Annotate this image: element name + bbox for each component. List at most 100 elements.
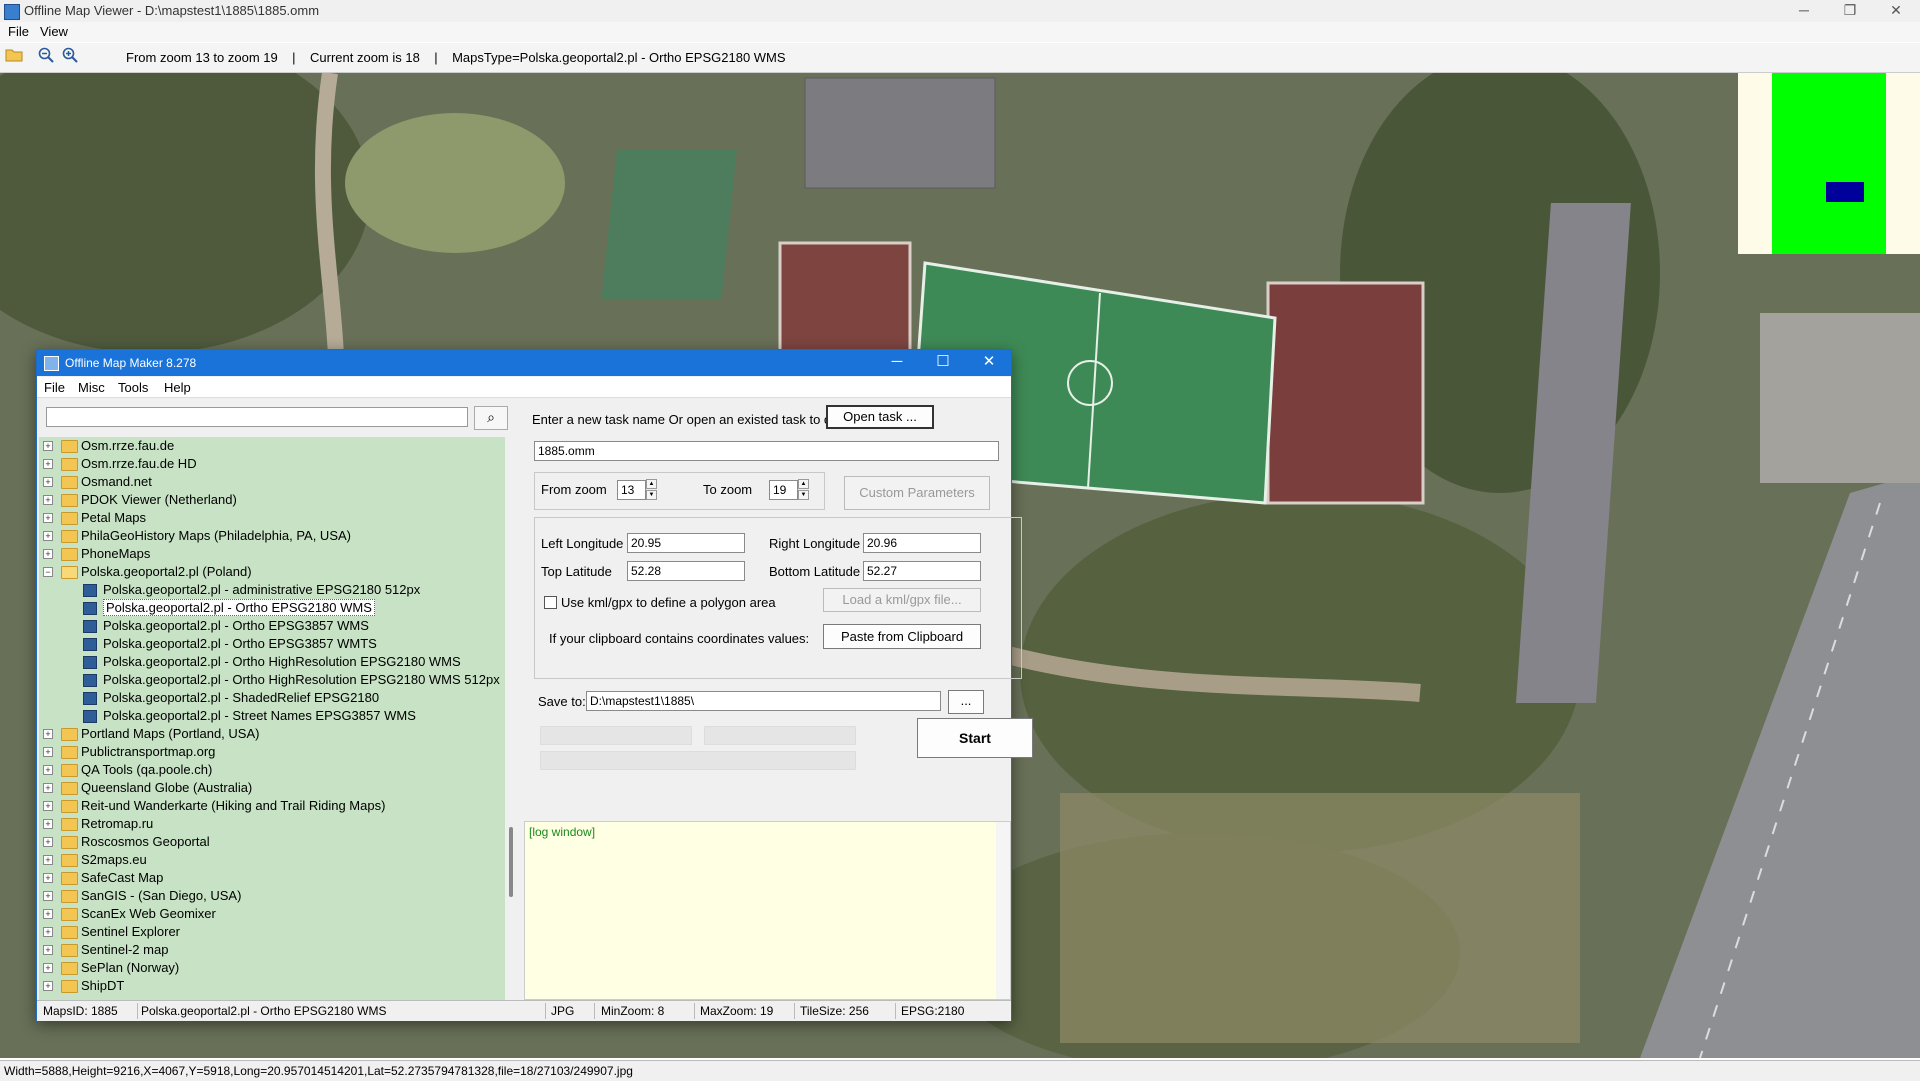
tree-provider-item[interactable]: + Retromap.ru (39, 815, 505, 833)
expand-icon[interactable]: + (43, 837, 53, 847)
minimap-viewport-marker[interactable] (1826, 182, 1864, 202)
load-kml-button[interactable]: Load a kml/gpx file... (823, 588, 981, 612)
from-zoom-input[interactable]: 13 (617, 480, 646, 500)
tree-provider-item[interactable]: + SafeCast Map (39, 869, 505, 887)
tree-map-item[interactable]: Polska.geoportal2.pl - administrative EP… (39, 581, 505, 599)
expand-icon[interactable]: + (43, 873, 53, 883)
collapse-icon[interactable]: − (43, 567, 53, 577)
dialog-menu-help[interactable]: Help (164, 380, 191, 395)
minimap[interactable] (1738, 73, 1920, 254)
dialog-menu-misc[interactable]: Misc (78, 380, 105, 395)
open-folder-icon[interactable] (4, 47, 24, 67)
right-longitude-input[interactable]: 20.96 (863, 533, 981, 553)
log-window[interactable]: [log window] (524, 821, 1011, 1000)
tree-provider-item[interactable]: + Sentinel-2 map (39, 941, 505, 959)
zoom-out-icon[interactable] (36, 47, 56, 67)
zoom-in-icon[interactable] (60, 47, 80, 67)
menu-view[interactable]: View (40, 24, 68, 39)
tree-provider-item[interactable]: + Queensland Globe (Australia) (39, 779, 505, 797)
start-button[interactable]: Start (917, 718, 1033, 758)
dialog-title-bar[interactable]: Offline Map Maker 8.278 ─ ☐ ✕ (37, 350, 1011, 376)
expand-icon[interactable]: + (43, 963, 53, 973)
expand-icon[interactable]: + (43, 531, 53, 541)
map-search-input[interactable] (46, 407, 468, 427)
expand-icon[interactable]: + (43, 441, 53, 451)
expand-icon[interactable]: + (43, 459, 53, 469)
tree-provider-item[interactable]: + PhoneMaps (39, 545, 505, 563)
dialog-maximize-button[interactable]: ☐ (921, 350, 965, 376)
expand-icon[interactable]: + (43, 855, 53, 865)
tree-provider-item[interactable]: + ScanEx Web Geomixer (39, 905, 505, 923)
dialog-close-button[interactable]: ✕ (967, 350, 1011, 376)
from-zoom-stepper[interactable]: ▲ ▼ (646, 479, 657, 500)
close-button[interactable]: ✕ (1873, 0, 1919, 22)
tree-map-item[interactable]: Polska.geoportal2.pl - Ortho HighResolut… (39, 653, 505, 671)
browse-button[interactable]: ... (948, 690, 984, 714)
top-latitude-input[interactable]: 52.28 (627, 561, 745, 581)
expand-icon[interactable]: + (43, 981, 53, 991)
custom-parameters-button[interactable]: Custom Parameters (844, 476, 990, 510)
open-task-button[interactable]: Open task ... (826, 405, 934, 429)
expand-icon[interactable]: + (43, 801, 53, 811)
tree-provider-item[interactable]: + PhilaGeoHistory Maps (Philadelphia, PA,… (39, 527, 505, 545)
tree-map-item[interactable]: Polska.geoportal2.pl - Ortho EPSG3857 WM… (39, 617, 505, 635)
restore-button[interactable]: ❐ (1827, 0, 1873, 22)
use-kml-checkbox[interactable] (544, 596, 557, 609)
expand-icon[interactable]: + (43, 819, 53, 829)
tree-provider-item[interactable]: + SanGIS - (San Diego, USA) (39, 887, 505, 905)
minimize-button[interactable]: ─ (1781, 0, 1827, 22)
tree-scrollbar[interactable] (505, 437, 519, 1000)
expand-icon[interactable]: + (43, 513, 53, 523)
expand-icon[interactable]: + (43, 495, 53, 505)
to-zoom-stepper[interactable]: ▲ ▼ (798, 479, 809, 500)
map-provider-tree[interactable]: + Osm.rrze.fau.de + Osm.rrze.fau.de HD + Osma… (39, 437, 505, 1000)
dialog-menu-tools[interactable]: Tools (118, 380, 148, 395)
expand-icon[interactable]: + (43, 747, 53, 757)
tree-provider-item[interactable]: + Osm.rrze.fau.de HD (39, 455, 505, 473)
tree-provider-item[interactable]: + Portland Maps (Portland, USA) (39, 725, 505, 743)
tree-map-item[interactable]: Polska.geoportal2.pl - Street Names EPSG… (39, 707, 505, 725)
tree-provider-item[interactable]: − Polska.geoportal2.pl (Poland) (39, 563, 505, 581)
left-longitude-input[interactable]: 20.95 (627, 533, 745, 553)
expand-icon[interactable]: + (43, 549, 53, 559)
search-button[interactable]: ⌕ (474, 406, 508, 430)
dialog-menu-file[interactable]: File (44, 380, 65, 395)
to-zoom-input[interactable]: 19 (769, 480, 798, 500)
tree-provider-item[interactable]: + ShipDT (39, 977, 505, 995)
expand-icon[interactable]: + (43, 927, 53, 937)
chevron-up-icon[interactable]: ▲ (646, 479, 657, 489)
expand-icon[interactable]: + (43, 783, 53, 793)
paste-from-clipboard-button[interactable]: Paste from Clipboard (823, 624, 981, 649)
tree-provider-item[interactable]: + QA Tools (qa.poole.ch) (39, 761, 505, 779)
tree-provider-item[interactable]: + Roscosmos Geoportal (39, 833, 505, 851)
tree-map-item[interactable]: Polska.geoportal2.pl - Ortho HighResolut… (39, 671, 505, 689)
tree-provider-item[interactable]: + S2maps.eu (39, 851, 505, 869)
dialog-minimize-button[interactable]: ─ (875, 350, 919, 376)
tree-provider-item[interactable]: + SePlan (Norway) (39, 959, 505, 977)
menu-file[interactable]: File (8, 24, 29, 39)
tree-provider-item[interactable]: + Reit-und Wanderkarte (Hiking and Trail … (39, 797, 505, 815)
chevron-down-icon[interactable]: ▼ (798, 490, 809, 500)
expand-icon[interactable]: + (43, 945, 53, 955)
expand-icon[interactable]: + (43, 765, 53, 775)
save-to-input[interactable]: D:\mapstest1\1885\ (586, 691, 941, 711)
tree-provider-item[interactable]: + Osmand.net (39, 473, 505, 491)
tree-provider-item[interactable]: + Sentinel Explorer (39, 923, 505, 941)
tree-map-item[interactable]: Polska.geoportal2.pl - Ortho EPSG3857 WM… (39, 635, 505, 653)
tree-map-item[interactable]: Polska.geoportal2.pl - Ortho EPSG2180 WM… (39, 599, 505, 617)
expand-icon[interactable]: + (43, 477, 53, 487)
chevron-up-icon[interactable]: ▲ (798, 479, 809, 489)
bottom-latitude-input[interactable]: 52.27 (863, 561, 981, 581)
task-name-input[interactable]: 1885.omm (534, 441, 999, 461)
expand-icon[interactable]: + (43, 891, 53, 901)
expand-icon[interactable]: + (43, 729, 53, 739)
tree-provider-item[interactable]: + Publictransportmap.org (39, 743, 505, 761)
tree-provider-item[interactable]: + Osm.rrze.fau.de (39, 437, 505, 455)
tree-provider-item[interactable]: + Petal Maps (39, 509, 505, 527)
expand-icon[interactable]: + (43, 909, 53, 919)
tree-map-item[interactable]: Polska.geoportal2.pl - ShadedRelief EPSG… (39, 689, 505, 707)
tree-provider-item[interactable]: + PDOK Viewer (Netherland) (39, 491, 505, 509)
log-scrollbar[interactable] (996, 822, 1010, 999)
tree-scrollbar-thumb[interactable] (509, 827, 513, 897)
chevron-down-icon[interactable]: ▼ (646, 490, 657, 500)
